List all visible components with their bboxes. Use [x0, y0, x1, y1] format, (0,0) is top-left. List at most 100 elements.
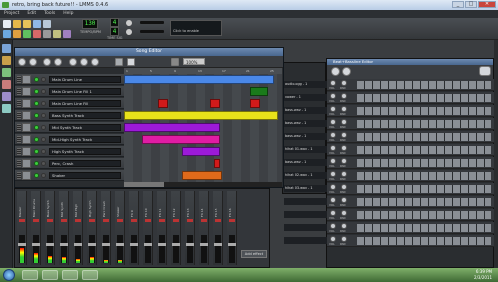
my-home-icon[interactable] [2, 92, 11, 101]
master-pitch-knob[interactable] [126, 29, 132, 35]
bb-step-sequencer[interactable] [357, 120, 491, 128]
track-name[interactable]: Perc, Crash [49, 160, 121, 167]
fx-send-indicator[interactable] [145, 219, 151, 222]
fx-send-indicator[interactable] [159, 219, 165, 222]
fader-handle[interactable] [130, 243, 138, 246]
fader-handle[interactable] [186, 243, 194, 246]
channel-fader[interactable] [46, 235, 54, 263]
bb-play-button[interactable] [331, 67, 340, 76]
root-directory-icon[interactable] [2, 104, 11, 113]
mixer-channel-strip[interactable]: FX 16 [227, 191, 237, 265]
channel-fader[interactable] [88, 235, 96, 263]
bb-step-sequencer[interactable] [357, 146, 491, 154]
mixer-channel-strip[interactable]: Master [17, 191, 27, 265]
fx-send-indicator[interactable] [33, 219, 39, 222]
mixer-channel-strip[interactable]: Main Drums [31, 191, 41, 265]
fx-send-indicator[interactable] [229, 219, 235, 222]
record-while-playing-button[interactable] [54, 58, 62, 66]
mixer-channel-strip[interactable]: Shaker [115, 191, 125, 265]
fader-handle[interactable] [46, 243, 54, 246]
mute-toggle[interactable] [34, 89, 39, 94]
fader-handle[interactable] [116, 243, 124, 246]
instrument-icon[interactable] [22, 159, 31, 168]
my-presets-icon[interactable] [2, 80, 11, 89]
channel-fader[interactable] [158, 235, 166, 263]
mute-toggle[interactable] [34, 173, 39, 178]
track-grip-handle[interactable] [17, 136, 21, 143]
fx-send-indicator[interactable] [47, 219, 53, 222]
bb-step-sequencer[interactable] [357, 107, 491, 115]
channel-fader[interactable] [200, 235, 208, 263]
new-from-template-icon[interactable] [13, 20, 21, 28]
mute-toggle[interactable] [34, 149, 39, 154]
bb-step-sequencer[interactable] [357, 237, 491, 245]
fader-handle[interactable] [172, 243, 180, 246]
bb-track-name[interactable] [284, 237, 327, 244]
automation-editor-icon[interactable] [33, 30, 41, 38]
channel-fader[interactable] [102, 235, 110, 263]
my-projects-icon[interactable] [2, 56, 11, 65]
pattern-clip[interactable] [214, 159, 220, 168]
channel-fader[interactable] [74, 235, 82, 263]
start-button[interactable] [3, 269, 15, 281]
fader-handle[interactable] [88, 243, 96, 246]
draw-mode-button[interactable] [115, 58, 123, 66]
fader-handle[interactable] [74, 243, 82, 246]
mute-toggle[interactable] [34, 101, 39, 106]
piano-roll-icon[interactable] [23, 30, 31, 38]
pattern-clip[interactable] [250, 87, 268, 96]
fader-handle[interactable] [18, 243, 26, 246]
track-grip-handle[interactable] [17, 148, 21, 155]
mixer-channel-strip[interactable]: High Synth [87, 191, 97, 265]
taskbar-browser-icon[interactable] [82, 270, 98, 280]
track-name[interactable]: Main Drum Line Fill 1 [49, 88, 121, 95]
time-sig-denominator[interactable]: 4 [110, 27, 119, 36]
track-grip-handle[interactable] [17, 124, 21, 131]
channel-fader[interactable] [186, 235, 194, 263]
track-grip-handle[interactable] [17, 172, 21, 179]
menu-project[interactable]: Project [4, 10, 19, 18]
mixer-channel-strip[interactable]: FX 15 [213, 191, 223, 265]
solo-toggle[interactable] [41, 137, 46, 142]
taskbar-lmms-icon[interactable] [62, 270, 78, 280]
instrument-icon[interactable] [22, 111, 31, 120]
mute-toggle[interactable] [34, 77, 39, 82]
mixer-channel-strip[interactable]: FX 13 [185, 191, 195, 265]
mixer-channel-strip[interactable]: Mid Synth [59, 191, 69, 265]
channel-fader[interactable] [214, 235, 222, 263]
fader-handle[interactable] [228, 243, 236, 246]
edit-mode-button[interactable] [127, 58, 135, 66]
track-row[interactable]: Mid-High Synth Track [15, 134, 124, 145]
track-grip-handle[interactable] [17, 112, 21, 119]
menu-tools[interactable]: Tools [44, 10, 55, 18]
bb-step-sequencer[interactable] [357, 94, 491, 102]
add-effect-button[interactable]: Add effect [241, 250, 267, 258]
instrument-icon[interactable] [22, 171, 31, 180]
mixer-channel-strip[interactable]: FX 12 [171, 191, 181, 265]
bb-track-name[interactable]: bass.wav - 1 [284, 107, 327, 114]
export-icon[interactable] [43, 20, 51, 28]
fader-handle[interactable] [158, 243, 166, 246]
mixer-channel-strip[interactable]: Perc Crash [101, 191, 111, 265]
close-button[interactable]: ✕ [478, 1, 496, 8]
fader-handle[interactable] [144, 243, 152, 246]
track-row[interactable]: Main Drum Line [15, 74, 124, 85]
bb-step-sequencer[interactable] [357, 159, 491, 167]
fx-mixer-icon[interactable] [43, 30, 51, 38]
track-row[interactable]: High Synth Track [15, 146, 124, 157]
stop-button[interactable] [29, 58, 37, 66]
track-name[interactable]: High Synth Track [49, 148, 121, 155]
project-notes-icon[interactable] [53, 30, 61, 38]
bb-step-sequencer[interactable] [357, 224, 491, 232]
pattern-clip[interactable] [182, 147, 220, 156]
mixer-channel-strip[interactable]: FX 14 [199, 191, 209, 265]
open-project-icon[interactable] [23, 20, 31, 28]
bb-track-name[interactable]: hihat 03.wav - 1 [284, 185, 327, 192]
instrument-icon[interactable] [22, 99, 31, 108]
solo-toggle[interactable] [41, 89, 46, 94]
track-name[interactable]: Mid-High Synth Track [49, 136, 121, 143]
bb-track-name[interactable]: audio.ogg - 1 [284, 81, 327, 88]
bb-editor-icon[interactable] [13, 30, 21, 38]
maximize-button[interactable]: □ [465, 1, 477, 8]
fx-send-indicator[interactable] [201, 219, 207, 222]
